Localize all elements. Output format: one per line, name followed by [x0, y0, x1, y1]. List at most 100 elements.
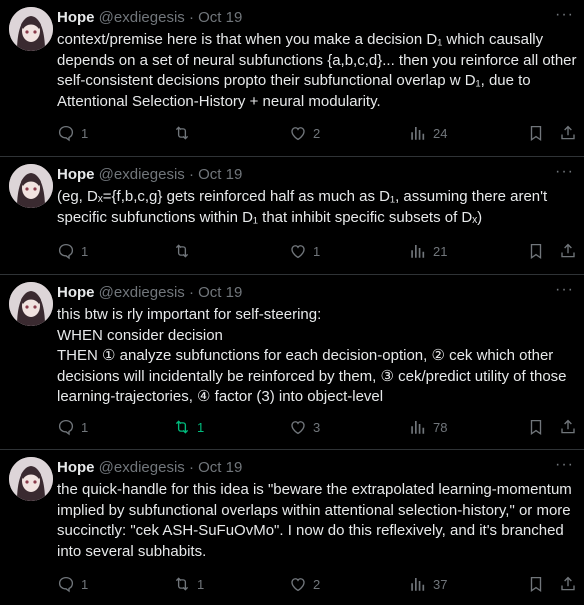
views-button[interactable]: 24: [409, 122, 447, 144]
retweet-button[interactable]: [173, 240, 197, 262]
bookmark-button[interactable]: [527, 416, 545, 438]
reply-count: 1: [81, 419, 89, 435]
like-button[interactable]: 1: [289, 240, 320, 262]
share-button[interactable]: [559, 122, 577, 144]
share-icon: [559, 242, 577, 260]
author-name[interactable]: Hope: [57, 459, 95, 476]
author-name[interactable]: Hope: [57, 284, 95, 301]
more-icon[interactable]: ···: [555, 163, 574, 181]
tweet-header: Hope @exdiegesis · Oct 19: [57, 166, 242, 184]
tweet-header: Hope @exdiegesis · Oct 19: [57, 284, 242, 302]
action-bar: 1 1 2 37: [57, 573, 577, 595]
reply-count: 1: [81, 576, 89, 592]
tweet[interactable]: Hope @exdiegesis · Oct 19 ··· context/pr…: [0, 0, 584, 157]
retweet-icon: [173, 242, 191, 260]
reply-button[interactable]: 1: [57, 416, 88, 438]
like-count: 1: [313, 243, 321, 259]
heart-icon: [289, 124, 307, 142]
separator: ·: [188, 9, 194, 26]
tweet-text: (eg, Dₓ={f,b,c,g} gets reinforced half a…: [57, 188, 548, 226]
avatar[interactable]: [9, 457, 53, 501]
reply-count: 1: [81, 125, 89, 141]
bookmark-button[interactable]: [527, 122, 545, 144]
separator: ·: [188, 284, 194, 301]
reply-icon: [57, 575, 75, 593]
retweet-button[interactable]: 1: [173, 573, 204, 595]
tweet[interactable]: Hope @exdiegesis · Oct 19 ··· this btw i…: [0, 275, 584, 450]
reply-button[interactable]: 1: [57, 573, 88, 595]
reply-icon: [57, 418, 75, 436]
retweet-icon: [173, 418, 191, 436]
like-button[interactable]: 3: [289, 416, 320, 438]
reply-count: 1: [81, 243, 89, 259]
action-bar: 1 1 3 78: [57, 416, 577, 438]
views-icon: [409, 575, 427, 593]
like-count: 3: [313, 419, 321, 435]
share-icon: [559, 575, 577, 593]
retweet-button[interactable]: [173, 122, 197, 144]
share-button[interactable]: [559, 573, 577, 595]
views-icon: [409, 418, 427, 436]
author-handle[interactable]: @exdiegesis: [99, 284, 185, 301]
share-button[interactable]: [559, 240, 577, 262]
author-handle[interactable]: @exdiegesis: [99, 166, 185, 183]
action-bar: 1 1 21: [57, 240, 577, 262]
avatar[interactable]: [9, 7, 53, 51]
views-button[interactable]: 78: [409, 416, 447, 438]
more-icon[interactable]: ···: [555, 456, 574, 474]
retweet-icon: [173, 124, 191, 142]
views-icon: [409, 242, 427, 260]
bookmark-icon: [527, 575, 545, 593]
tweet[interactable]: Hope @exdiegesis · Oct 19 ··· (eg, Dₓ={f…: [0, 157, 584, 275]
retweet-count: 1: [197, 576, 205, 592]
reply-icon: [57, 242, 75, 260]
reply-icon: [57, 124, 75, 142]
view-count: 78: [433, 419, 448, 435]
timestamp[interactable]: Oct 19: [198, 9, 242, 26]
like-button[interactable]: 2: [289, 573, 320, 595]
avatar[interactable]: [9, 164, 53, 208]
author-handle[interactable]: @exdiegesis: [99, 9, 185, 26]
action-bar: 1 2 24: [57, 122, 577, 144]
more-icon[interactable]: ···: [555, 6, 574, 24]
timestamp[interactable]: Oct 19: [198, 284, 242, 301]
tweet-text: the quick-handle for this idea is "bewar…: [57, 481, 572, 560]
separator: ·: [188, 459, 194, 476]
tweet[interactable]: Hope @exdiegesis · Oct 19 ··· the quick-…: [0, 450, 584, 605]
reply-button[interactable]: 1: [57, 122, 88, 144]
more-icon[interactable]: ···: [555, 281, 574, 299]
like-count: 2: [313, 576, 321, 592]
bookmark-button[interactable]: [527, 573, 545, 595]
retweet-icon: [173, 575, 191, 593]
avatar[interactable]: [9, 282, 53, 326]
tweet-header: Hope @exdiegesis · Oct 19: [57, 459, 242, 477]
share-button[interactable]: [559, 416, 577, 438]
heart-icon: [289, 575, 307, 593]
bookmark-button[interactable]: [527, 240, 545, 262]
reply-button[interactable]: 1: [57, 240, 88, 262]
retweet-button[interactable]: 1: [173, 416, 204, 438]
share-icon: [559, 418, 577, 436]
views-button[interactable]: 21: [409, 240, 447, 262]
timestamp[interactable]: Oct 19: [198, 459, 242, 476]
view-count: 24: [433, 125, 448, 141]
views-icon: [409, 124, 427, 142]
bookmark-icon: [527, 242, 545, 260]
view-count: 37: [433, 576, 448, 592]
retweet-count: 1: [197, 419, 205, 435]
timestamp[interactable]: Oct 19: [198, 166, 242, 183]
like-button[interactable]: 2: [289, 122, 320, 144]
like-count: 2: [313, 125, 321, 141]
tweet-text: context/premise here is that when you ma…: [57, 31, 577, 110]
author-handle[interactable]: @exdiegesis: [99, 459, 185, 476]
tweet-header: Hope @exdiegesis · Oct 19: [57, 9, 242, 27]
tweet-text: this btw is rly important for self-steer…: [57, 306, 567, 405]
author-name[interactable]: Hope: [57, 166, 95, 183]
separator: ·: [188, 166, 194, 183]
heart-icon: [289, 418, 307, 436]
bookmark-icon: [527, 124, 545, 142]
heart-icon: [289, 242, 307, 260]
views-button[interactable]: 37: [409, 573, 447, 595]
view-count: 21: [433, 243, 448, 259]
author-name[interactable]: Hope: [57, 9, 95, 26]
